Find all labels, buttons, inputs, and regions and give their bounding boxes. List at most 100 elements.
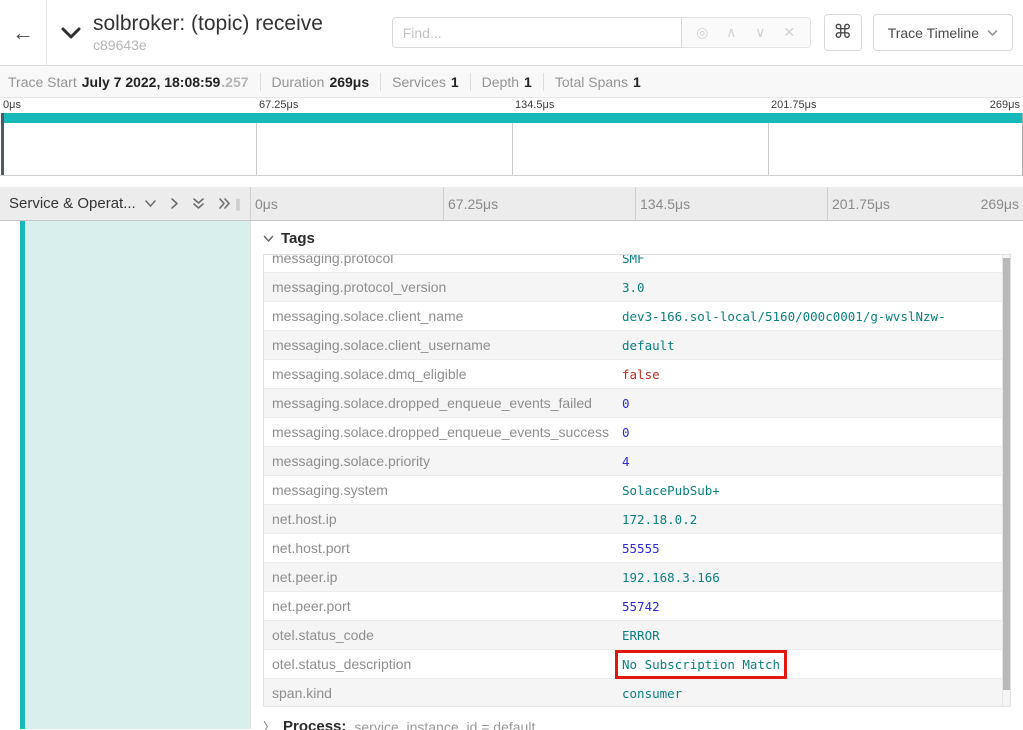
minimap-ruler: 0μs 67.25μs 134.5μs 201.75μs 269μs: [0, 98, 1023, 113]
trace-total-spans: Total Spans 1: [544, 74, 652, 90]
tag-row[interactable]: otel.status_description No Subscription …: [264, 650, 1010, 679]
trace-depth: Depth 1: [471, 74, 543, 90]
chevron-down-icon: [263, 235, 274, 243]
tag-value: 3.0: [622, 280, 1010, 295]
tag-row[interactable]: messaging.solace.dropped_enqueue_events_…: [264, 389, 1010, 418]
tags-rows: messaging.protocol SMF messaging.protoco…: [264, 254, 1010, 707]
minimap-canvas[interactable]: [0, 113, 1023, 176]
tag-key: otel.status_description: [264, 656, 622, 672]
double-chevron-right-icon[interactable]: [218, 197, 232, 210]
tag-key: net.peer.port: [264, 598, 622, 614]
span-detail-row: Tags messaging.protocol SMF messaging.pr…: [0, 221, 1023, 729]
expand-one-icon[interactable]: [170, 197, 179, 210]
tag-key: messaging.solace.priority: [264, 453, 622, 469]
clear-find-icon[interactable]: ✕: [775, 24, 804, 41]
tag-value: 192.168.3.166: [622, 570, 1010, 585]
prev-match-icon[interactable]: ∧: [717, 24, 746, 41]
tag-value: No Subscription Match: [622, 657, 1010, 672]
keyboard-shortcuts-button[interactable]: ⌘: [824, 14, 862, 51]
tag-row[interactable]: span.kind consumer: [264, 679, 1010, 707]
row-gutter: [0, 221, 20, 729]
tag-value: SMF: [622, 254, 1010, 266]
page-header: ← solbroker: (topic) receive c89643e ◎ ∧…: [0, 0, 1023, 66]
minimap-span-bar: [1, 113, 1022, 123]
tag-value: 55742: [622, 599, 1010, 614]
command-icon: ⌘: [833, 21, 852, 44]
tag-value: false: [622, 367, 1010, 382]
span-detail-highlight: [25, 221, 250, 729]
service-operation-header: Service & Operat... ∥: [0, 187, 251, 220]
tag-row[interactable]: net.host.ip 172.18.0.2: [264, 505, 1010, 534]
tag-row[interactable]: net.peer.port 55742: [264, 592, 1010, 621]
tag-row[interactable]: otel.status_code ERROR: [264, 621, 1010, 650]
tick-label: 0μs: [3, 99, 21, 111]
tag-key: messaging.solace.dropped_enqueue_events_…: [264, 395, 622, 411]
tag-value: SolacePubSub+: [622, 483, 1010, 498]
target-icon[interactable]: ◎: [688, 24, 717, 41]
tag-key: messaging.protocol_version: [264, 279, 622, 295]
trace-minimap[interactable]: 0μs 67.25μs 134.5μs 201.75μs 269μs: [0, 98, 1023, 180]
process-label: Process:: [283, 718, 346, 730]
tag-value: 172.18.0.2: [622, 512, 1010, 527]
tags-section-title: Tags: [281, 230, 315, 247]
tag-row[interactable]: messaging.solace.client_username default: [264, 331, 1010, 360]
ruler-cell: 0μs: [251, 187, 443, 220]
service-operation-label: Service & Operat...: [9, 195, 136, 212]
tag-key: messaging.protocol: [264, 254, 622, 266]
scrollbar-thumb[interactable]: [1003, 258, 1011, 690]
tag-value: 0: [622, 425, 1010, 440]
trace-services: Services 1: [381, 74, 469, 90]
tick-label: 134.5μs: [515, 99, 554, 111]
tag-row[interactable]: net.peer.ip 192.168.3.166: [264, 563, 1010, 592]
tag-key: net.host.ip: [264, 511, 622, 527]
tick-label: 67.25μs: [259, 99, 298, 111]
tag-key: net.host.port: [264, 540, 622, 556]
tag-row[interactable]: messaging.solace.dmq_eligible false: [264, 360, 1010, 389]
next-match-icon[interactable]: ∨: [746, 24, 775, 41]
tags-section-toggle[interactable]: Tags: [263, 230, 1011, 247]
column-resize-grip[interactable]: ∥: [235, 197, 244, 211]
tag-value: 55555: [622, 541, 1010, 556]
chevron-right-icon: 〉: [263, 718, 275, 730]
collapse-all-icon[interactable]: [144, 199, 157, 208]
tag-key: messaging.solace.dmq_eligible: [264, 366, 622, 382]
process-section-toggle[interactable]: 〉 Process: service_instance_id = default: [263, 718, 1011, 730]
tag-row[interactable]: messaging.protocol SMF: [264, 254, 1010, 273]
chevron-down-icon: [59, 25, 83, 41]
find-group: ◎ ∧ ∨ ✕: [392, 17, 811, 48]
chevron-down-icon: [987, 29, 998, 37]
tag-row[interactable]: messaging.solace.priority 4: [264, 447, 1010, 476]
tag-key: messaging.solace.client_name: [264, 308, 622, 324]
trace-title-block: solbroker: (topic) receive c89643e: [93, 12, 323, 52]
tag-key: otel.status_code: [264, 627, 622, 643]
span-name-column[interactable]: [0, 221, 251, 729]
trace-duration: Duration 269μs: [261, 74, 381, 90]
tag-row[interactable]: net.host.port 55555: [264, 534, 1010, 563]
double-chevron-down-icon[interactable]: [192, 197, 205, 211]
tag-value: dev3-166.sol-local/5160/000c0001/g-wvslN…: [622, 309, 1010, 324]
tag-value: 4: [622, 454, 1010, 469]
tag-row[interactable]: messaging.solace.dropped_enqueue_events_…: [264, 418, 1010, 447]
tag-value: 0: [622, 396, 1010, 411]
timeline-header-row: Service & Operat... ∥ 0μs: [0, 187, 1023, 221]
back-button[interactable]: ←: [0, 0, 47, 66]
range-scrubber-left[interactable]: [1, 113, 4, 175]
tag-value: default: [622, 338, 1010, 353]
tag-row[interactable]: messaging.system SolacePubSub+: [264, 476, 1010, 505]
tick-label: 201.75μs: [771, 99, 816, 111]
trace-timeline-page: ← solbroker: (topic) receive c89643e ◎ ∧…: [0, 0, 1023, 730]
trace-id: c89643e: [93, 37, 323, 53]
tag-key: net.peer.ip: [264, 569, 622, 585]
timeline-ruler: 0μs 67.25μs 134.5μs 201.75μs 269μs: [251, 187, 1023, 220]
tag-key: messaging.solace.client_username: [264, 337, 622, 353]
tag-key: span.kind: [264, 685, 622, 701]
tags-table: messaging.protocol SMF messaging.protoco…: [263, 254, 1011, 707]
trace-collapse-toggle[interactable]: [59, 25, 83, 41]
tag-row[interactable]: messaging.protocol_version 3.0: [264, 273, 1010, 302]
view-dropdown-button[interactable]: Trace Timeline: [873, 14, 1013, 51]
find-input[interactable]: [392, 17, 682, 48]
tags-scrollbar[interactable]: [1002, 255, 1010, 706]
tag-row[interactable]: messaging.solace.client_name dev3-166.so…: [264, 302, 1010, 331]
trace-summary-bar: Trace Start July 7 2022, 18:08:59.257 Du…: [0, 66, 1023, 98]
ruler-cell: 134.5μs: [635, 187, 827, 220]
